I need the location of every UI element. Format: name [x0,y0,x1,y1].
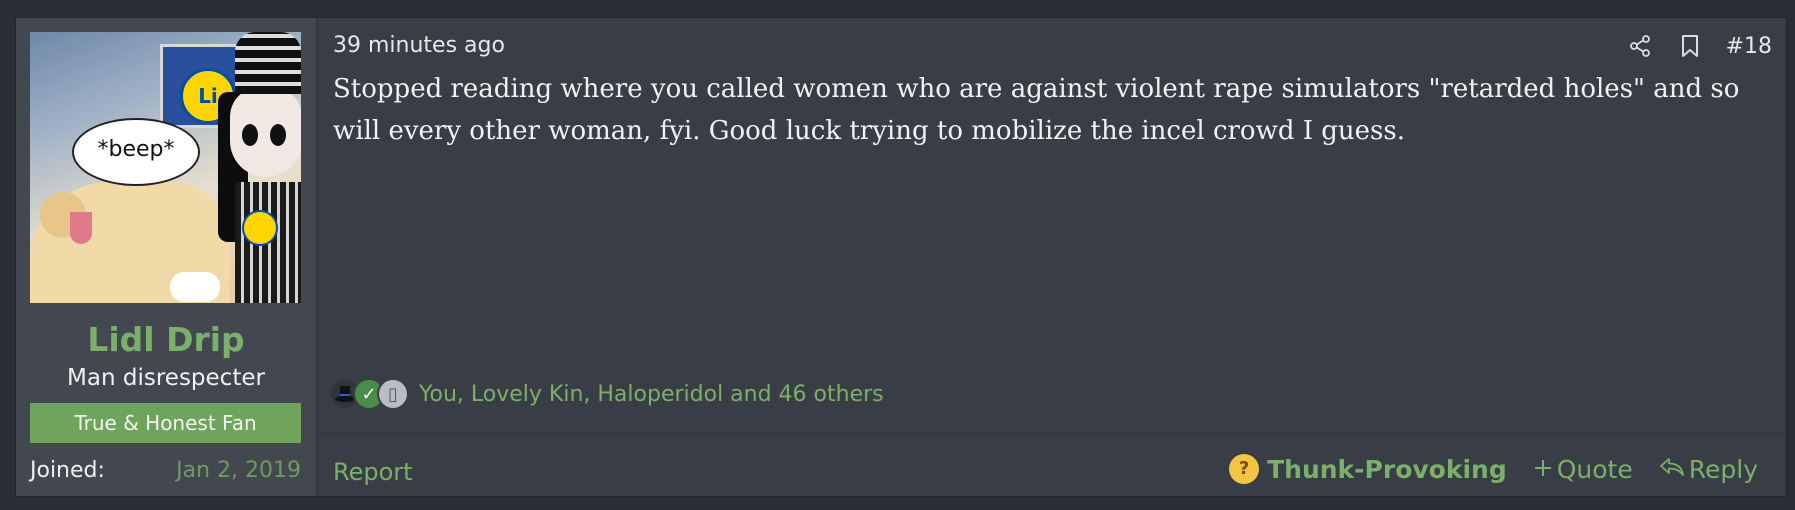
post-message: Stopped reading where you called women w… [333,74,1740,146]
reply-icon [1659,455,1685,484]
avatar-badge [242,210,278,246]
reaction-label: Thunk-Provoking [1267,454,1507,484]
quote-button[interactable]: Quote [1533,455,1633,484]
quote-label: Quote [1556,454,1633,484]
avatar-eye-right [270,124,286,146]
avatar-face [230,87,301,177]
joined-label: Joined: [30,458,105,483]
report-link[interactable]: Report [333,458,413,486]
post-footer-actions: ? Thunk-Provoking Quote Reply [1229,454,1758,484]
reactions-bar[interactable]: ✓ ▯ You, Lovely Kin, Haloperidol and 46 … [329,378,884,410]
avatar-speech-bubble: *beep* [72,118,200,186]
document-icon: ▯ [377,378,409,410]
avatar-hat [235,32,301,94]
footer-divider [317,433,1786,434]
post-container: Li *beep* Lidl Drip Man disrespecter Tru… [15,17,1787,497]
share-icon[interactable] [1626,32,1654,60]
reply-button[interactable]: Reply [1659,455,1758,484]
post-number[interactable]: #18 [1726,34,1772,59]
avatar-dog-tongue [70,212,92,244]
user-panel: Li *beep* Lidl Drip Man disrespecter Tru… [16,18,317,496]
post-main: 39 minutes ago #18 Stopped reading where… [317,18,1786,496]
plus-icon [1533,455,1553,484]
bookmark-icon[interactable] [1676,32,1704,60]
avatar-eye-left [242,124,258,146]
user-title: Man disrespecter [67,365,265,391]
avatar-hand [170,272,220,302]
user-banner: True & Honest Fan [30,403,301,443]
reply-label: Reply [1688,454,1758,484]
reactions-text[interactable]: You, Lovely Kin, Haloperidol and 46 othe… [419,382,884,407]
thinking-face-icon: ? [1229,454,1260,484]
joined-date: Jan 2, 2019 [176,458,301,483]
reaction-button[interactable]: ? Thunk-Provoking [1229,454,1507,484]
post-time[interactable]: 39 minutes ago [333,33,505,58]
avatar[interactable]: Li *beep* [30,32,301,303]
username[interactable]: Lidl Drip [16,320,316,359]
post-header-actions: #18 [1626,32,1772,60]
